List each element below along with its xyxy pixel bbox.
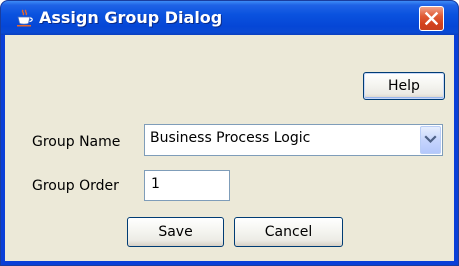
dialog-body: Help Group Name Business Process Logic G… — [5, 35, 454, 261]
group-order-input[interactable]: 1 — [144, 170, 230, 201]
java-cup-icon — [15, 9, 33, 27]
save-button[interactable]: Save — [127, 217, 224, 247]
help-button-label: Help — [388, 78, 420, 94]
dialog-title: Assign Group Dialog — [39, 8, 223, 27]
group-name-dropdown[interactable]: Business Process Logic — [144, 124, 443, 156]
cancel-button[interactable]: Cancel — [234, 217, 343, 247]
group-order-label: Group Order — [32, 178, 119, 194]
group-order-value: 1 — [151, 176, 160, 192]
close-icon — [424, 11, 439, 26]
chevron-down-icon — [424, 135, 437, 144]
group-name-label: Group Name — [32, 134, 121, 150]
cancel-button-label: Cancel — [264, 224, 313, 240]
close-button[interactable] — [419, 6, 444, 31]
save-button-label: Save — [158, 224, 193, 240]
help-button[interactable]: Help — [363, 72, 445, 100]
assign-group-dialog: Assign Group Dialog Help Group Name Busi… — [0, 0, 459, 266]
dropdown-arrow-button[interactable] — [420, 126, 441, 154]
group-name-selected-value: Business Process Logic — [150, 130, 311, 146]
title-bar[interactable]: Assign Group Dialog — [1, 1, 458, 35]
